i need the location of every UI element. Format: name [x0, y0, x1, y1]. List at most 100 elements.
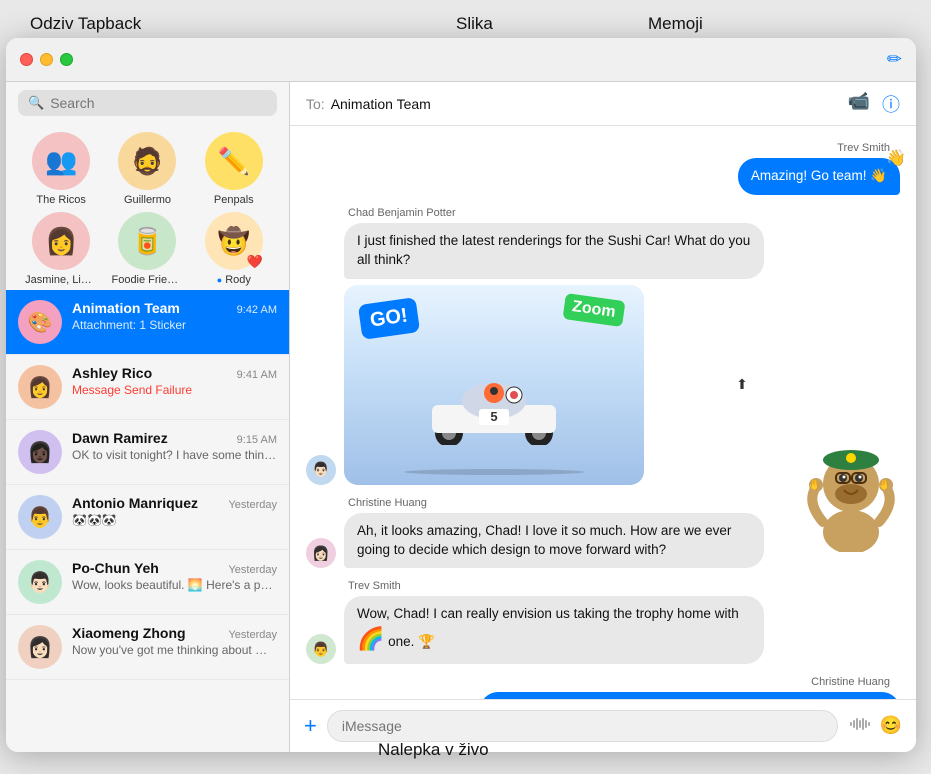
msg-bubble-3: Ah, it looks amazing, Chad! I love it so… [344, 513, 764, 569]
pinned-label-jasmine: Jasmine, Liz &... [25, 274, 97, 286]
msg-row-5: Do you want to review all the renders to… [306, 692, 900, 699]
conv-header-antonio-manriquez: Antonio Manriquez Yesterday [72, 495, 277, 511]
msg-avatar-chad: 👨🏻 [306, 455, 336, 485]
car-shadow [404, 469, 584, 475]
msg-sender-trev-1: Trev Smith [306, 142, 890, 154]
title-bar: ✏ [6, 38, 916, 82]
conv-avatar-dawn-ramirez: 👩🏿 [18, 430, 62, 474]
conv-item-ashley-rico[interactable]: 👩 Ashley Rico 9:41 AM Message Send Failu… [6, 355, 289, 420]
chat-area: To: Animation Team 📹 ⓘ Trev Smith Amazin… [290, 82, 916, 752]
msg-group-4: Trev Smith 👨 Wow, Chad! I can really env… [306, 580, 900, 664]
msg-group-2: Chad Benjamin Potter 👨🏻 I just finished … [306, 207, 900, 485]
conv-avatar-animation-team: 🎨 [18, 300, 62, 344]
conv-item-po-chun-yeh[interactable]: 👨🏻 Po-Chun Yeh Yesterday Wow, looks beau… [6, 550, 289, 615]
pinned-item-jasmine[interactable]: 👩 Jasmine, Liz &... [23, 212, 99, 286]
conv-item-antonio-manriquez[interactable]: 👨 Antonio Manriquez Yesterday 🐼🐼🐼 [6, 485, 289, 550]
msg-avatar-trev-2: 👨 [306, 634, 336, 664]
conv-avatar-xiaomeng-zhong: 👩🏻 [18, 625, 62, 669]
sushi-car-scene: GO! Zoom [344, 285, 644, 485]
chat-header-icons: 📹 ⓘ [848, 91, 900, 117]
pinned-row-1: 👥 The Ricos 🧔 Guillermo ✏️ [18, 132, 277, 206]
conv-time-dawn-ramirez: 9:15 AM [237, 434, 277, 446]
emoji-button[interactable]: 😊 [880, 715, 902, 738]
msg-bubble-2: I just finished the latest renderings fo… [344, 223, 764, 279]
pinned-label-the-ricos: The Ricos [36, 194, 86, 206]
search-icon: 🔍 [28, 95, 44, 111]
info-icon[interactable]: ⓘ [882, 91, 900, 117]
video-call-icon[interactable]: 📹 [848, 91, 870, 117]
annotation-memoji: Memoji [648, 14, 703, 34]
conv-name-animation-team: Animation Team [72, 300, 180, 316]
msg-row-2: 👨🏻 I just finished the latest renderings… [306, 223, 900, 485]
conv-info-po-chun-yeh: Po-Chun Yeh Yesterday Wow, looks beautif… [72, 560, 277, 592]
pinned-item-guillermo[interactable]: 🧔 Guillermo [109, 132, 185, 206]
pinned-item-rody[interactable]: 🤠 ❤️ ● Rody [196, 212, 272, 286]
search-input[interactable] [50, 95, 267, 111]
chat-input-area: + 😊 [290, 699, 916, 752]
conv-preview-xiaomeng-zhong: Now you've got me thinking about my next… [72, 643, 277, 657]
add-attachment-button[interactable]: + [304, 713, 317, 739]
content-area: 🔍 👥 The Ricos 🧔 [6, 82, 916, 752]
svg-text:5: 5 [490, 409, 497, 424]
conversation-list: 🎨 Animation Team 9:42 AM Attachment: 1 S… [6, 290, 289, 752]
car-body: 5 [414, 365, 574, 450]
pinned-row-2: 👩 Jasmine, Liz &... 🥫 Foodie Friends 🤠 [18, 212, 277, 286]
conv-header-animation-team: Animation Team 9:42 AM [72, 300, 277, 316]
conv-preview-ashley-rico: Message Send Failure [72, 383, 277, 397]
msg-bubble-5: Do you want to review all the renders to… [480, 692, 900, 699]
msg-image-sushi-car: GO! Zoom [344, 285, 644, 485]
close-button[interactable] [20, 53, 33, 66]
minimize-button[interactable] [40, 53, 53, 66]
conv-name-po-chun-yeh: Po-Chun Yeh [72, 560, 159, 576]
msg-sender-chad: Chad Benjamin Potter [348, 207, 900, 219]
annotation-tapback: Odziv Tapback [30, 14, 141, 34]
msg-sender-trev-2: Trev Smith [348, 580, 900, 592]
pinned-item-foodie-friends[interactable]: 🥫 Foodie Friends [109, 212, 185, 286]
msg-row-4: 👨 Wow, Chad! I can really envision us ta… [306, 596, 900, 664]
conv-preview-antonio-manriquez: 🐼🐼🐼 [72, 513, 277, 527]
msg-group-1: Trev Smith Amazing! Go team! 👋 👋 [306, 142, 900, 195]
conv-name-antonio-manriquez: Antonio Manriquez [72, 495, 198, 511]
conv-info-antonio-manriquez: Antonio Manriquez Yesterday 🐼🐼🐼 [72, 495, 277, 527]
conv-time-ashley-rico: 9:41 AM [237, 369, 277, 381]
heart-badge: ❤️ [247, 254, 263, 270]
pinned-item-penpals[interactable]: ✏️ Penpals [196, 132, 272, 206]
avatar-the-ricos: 👥 [32, 132, 90, 190]
msg-sender-christine-2: Christine Huang [306, 676, 890, 688]
maximize-button[interactable] [60, 53, 73, 66]
pinned-section: 👥 The Ricos 🧔 Guillermo ✏️ [6, 124, 289, 290]
pinned-label-rody: ● Rody [217, 274, 251, 286]
msg-group-3: Christine Huang 👩🏻 Ah, it looks amazing,… [306, 497, 900, 569]
conv-time-xiaomeng-zhong: Yesterday [228, 629, 277, 641]
pinned-label-penpals: Penpals [214, 194, 254, 206]
conv-item-dawn-ramirez[interactable]: 👩🏿 Dawn Ramirez 9:15 AM OK to visit toni… [6, 420, 289, 485]
msg-row-1: Amazing! Go team! 👋 👋 [306, 158, 900, 195]
conv-preview-animation-team: Attachment: 1 Sticker [72, 318, 277, 332]
msg-bubble-1: Amazing! Go team! 👋 [738, 158, 900, 195]
avatar-foodie-friends: 🥫 [118, 212, 176, 270]
msg-avatar-christine-1: 👩🏻 [306, 538, 336, 568]
audio-waveform-icon[interactable] [848, 715, 872, 738]
pinned-item-the-ricos[interactable]: 👥 The Ricos [23, 132, 99, 206]
compose-button[interactable]: ✏ [887, 49, 902, 70]
chat-to-label: To: [306, 96, 325, 112]
avatar-guillermo: 🧔 [118, 132, 176, 190]
msg-row-3: 👩🏻 Ah, it looks amazing, Chad! I love it… [306, 513, 900, 569]
conv-preview-dawn-ramirez: OK to visit tonight? I have some things … [72, 448, 277, 462]
conv-name-ashley-rico: Ashley Rico [72, 365, 152, 381]
conv-item-animation-team[interactable]: 🎨 Animation Team 9:42 AM Attachment: 1 S… [6, 290, 289, 355]
sticker-go: GO! [358, 297, 420, 340]
app-window: ✏ 🔍 👥 The Ricos [6, 38, 916, 752]
message-input[interactable] [327, 710, 838, 742]
msg-content-chad: I just finished the latest renderings fo… [344, 223, 764, 485]
conv-time-po-chun-yeh: Yesterday [228, 564, 277, 576]
conv-header-po-chun-yeh: Po-Chun Yeh Yesterday [72, 560, 277, 576]
rainbow-sticker: 🌈 [357, 626, 384, 651]
search-input-wrap[interactable]: 🔍 [18, 90, 277, 116]
msg-sender-christine-1: Christine Huang [348, 497, 900, 509]
chat-messages: Trev Smith Amazing! Go team! 👋 👋 Chad Be… [290, 126, 916, 699]
conv-item-xiaomeng-zhong[interactable]: 👩🏻 Xiaomeng Zhong Yesterday Now you've g… [6, 615, 289, 680]
share-button[interactable]: ⬆ [728, 371, 756, 399]
conv-avatar-antonio-manriquez: 👨 [18, 495, 62, 539]
conv-header-dawn-ramirez: Dawn Ramirez 9:15 AM [72, 430, 277, 446]
